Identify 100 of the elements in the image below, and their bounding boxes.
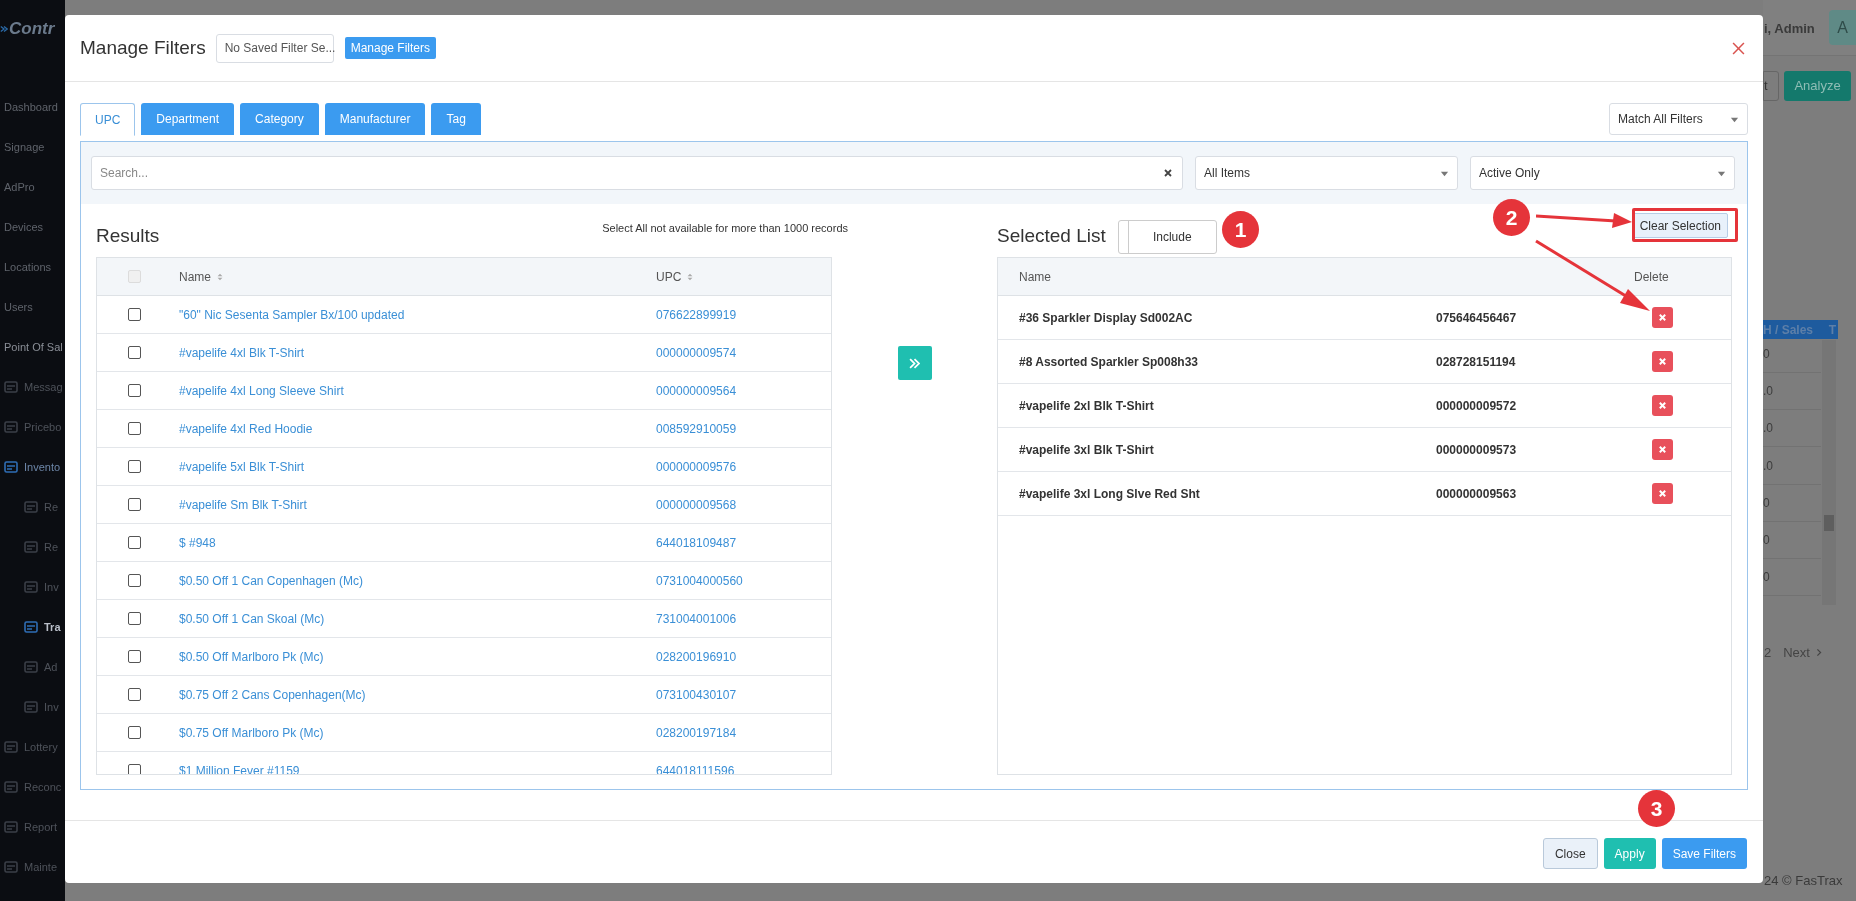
item-name: #vapelife 2xl Blk T-Shirt — [1019, 397, 1155, 415]
footer-button[interactable]: Save Filters — [1661, 838, 1747, 869]
upc-link[interactable]: 000000009576 — [656, 457, 737, 476]
upc-link[interactable]: 000000009568 — [656, 495, 737, 514]
footer-button[interactable]: Close — [1542, 838, 1598, 869]
sidebar-item[interactable]: Users — [4, 298, 33, 316]
sidebar-item[interactable]: Ad — [44, 658, 58, 676]
filter-tab[interactable]: Department — [141, 103, 235, 135]
checkbox[interactable] — [127, 346, 141, 359]
checkbox[interactable] — [127, 498, 141, 511]
clear-icon[interactable] — [1163, 168, 1173, 178]
list-icon — [4, 420, 18, 434]
sidebar-item[interactable]: Inv — [44, 698, 59, 716]
item-name-link[interactable]: #vapelife 4xl Blk T-Shirt — [179, 343, 656, 362]
delete-button[interactable] — [1652, 351, 1673, 372]
column-header: T — [1828, 321, 1836, 339]
delete-button[interactable] — [1652, 483, 1673, 504]
page-link[interactable]: 2 — [1764, 643, 1772, 663]
scrollbar[interactable] — [1822, 340, 1836, 605]
upc-link[interactable]: 076622899919 — [656, 305, 737, 324]
column-header: H / Sales — [1763, 321, 1814, 339]
item-name-link[interactable]: $0.50 Off 1 Can Copenhagen (Mc) — [179, 571, 656, 590]
item-name: #vapelife 3xl Blk T-Shirt — [1019, 441, 1155, 459]
item-name-link[interactable]: $0.75 Off Marlboro Pk (Mc) — [179, 723, 656, 742]
upc-link[interactable]: 644018111596 — [656, 761, 735, 774]
saved-filter-dropdown[interactable]: No Saved Filter Se... — [215, 33, 334, 63]
list-icon — [24, 700, 38, 714]
sidebar-item[interactable]: Mainte — [24, 858, 58, 876]
sidebar-item[interactable]: AdPro — [4, 178, 35, 196]
item-filter-dropdown[interactable]: All Items — [1195, 156, 1458, 190]
sidebar-item[interactable]: Lottery — [24, 738, 58, 756]
sidebar-item[interactable]: Re — [44, 498, 59, 516]
clear-selection-button[interactable]: Clear Selection — [1632, 213, 1728, 238]
upc-link[interactable]: 000000009564 — [656, 381, 737, 400]
sidebar-item[interactable]: Tra — [44, 618, 61, 636]
list-icon — [4, 380, 18, 394]
sidebar-item[interactable]: Reconc — [24, 778, 62, 796]
upc-link[interactable]: 028200197184 — [656, 723, 737, 742]
user-avatar[interactable]: A — [1829, 10, 1856, 45]
sidebar-item[interactable]: Devices — [4, 218, 44, 236]
upc-text: 075646456467 — [1436, 309, 1518, 327]
checkbox[interactable] — [127, 384, 141, 397]
upc-link[interactable]: 644018109487 — [656, 533, 737, 552]
item-name-link[interactable]: $0.50 Off 1 Can Skoal (Mc) — [179, 609, 656, 628]
status-filter-dropdown[interactable]: Active Only — [1470, 156, 1735, 190]
logo-text: Contr — [9, 18, 55, 40]
include-toggle[interactable]: Include — [1117, 219, 1217, 254]
item-name-link[interactable]: "60" Nic Sesenta Sampler Bx/100 updated — [179, 305, 656, 324]
list-icon — [24, 580, 38, 594]
upc-link[interactable]: 028200196910 — [656, 647, 737, 666]
item-name-link[interactable]: $0.50 Off Marlboro Pk (Mc) — [179, 647, 656, 666]
item-name-link[interactable]: $ #948 — [179, 533, 656, 552]
checkbox[interactable] — [127, 688, 141, 701]
match-dropdown[interactable]: Match All Filters — [1609, 103, 1748, 135]
checkbox[interactable] — [127, 536, 141, 549]
analyze-button[interactable]: Analyze — [1784, 71, 1851, 101]
sidebar-item[interactable]: Inv — [44, 578, 59, 596]
item-name-link[interactable]: #vapelife 5xl Blk T-Shirt — [179, 457, 656, 476]
next-link[interactable]: Next — [1783, 643, 1823, 663]
footer-button[interactable]: Apply — [1603, 838, 1656, 869]
item-name-link[interactable]: $0.75 Off 2 Cans Copenhagen(Mc) — [179, 685, 656, 704]
sidebar-item[interactable]: Invento — [24, 458, 61, 476]
list-icon — [4, 860, 18, 874]
sidebar-item[interactable]: Re — [44, 538, 59, 556]
item-name-link[interactable]: #vapelife 4xl Long Sleeve Shirt — [179, 381, 656, 400]
delete-button[interactable] — [1652, 307, 1673, 328]
upc-link[interactable]: 073100430107 — [656, 685, 737, 704]
checkbox[interactable] — [127, 460, 141, 473]
filter-tab[interactable]: Manufacturer — [324, 103, 426, 135]
delete-button[interactable] — [1652, 395, 1673, 416]
checkbox[interactable] — [127, 422, 141, 435]
upc-link[interactable]: 008592910059 — [656, 419, 737, 438]
sidebar-item[interactable]: Point Of Sal — [4, 338, 63, 356]
delete-button[interactable] — [1652, 439, 1673, 460]
upc-link[interactable]: 731004001006 — [656, 609, 737, 628]
checkbox[interactable] — [127, 612, 141, 625]
search-field[interactable]: Search... — [91, 156, 1183, 190]
sidebar-item[interactable]: Pricebo — [24, 418, 62, 436]
checkbox[interactable] — [127, 650, 141, 663]
column-header[interactable]: Name — [179, 267, 211, 286]
sidebar-item[interactable]: Locations — [4, 258, 52, 276]
sidebar-item[interactable]: Messag — [24, 378, 63, 396]
checkbox[interactable] — [127, 574, 141, 587]
filter-tab[interactable]: Tag — [431, 103, 481, 135]
item-name: #8 Assorted Sparkler Sp008h33 — [1019, 353, 1199, 371]
checkbox[interactable] — [127, 764, 141, 774]
item-name-link[interactable]: #vapelife 4xl Red Hoodie — [179, 419, 656, 438]
sidebar-item[interactable]: Report — [24, 818, 58, 836]
sidebar-item[interactable]: Dashboard — [4, 98, 58, 116]
filter-tab[interactable]: UPC — [80, 103, 136, 136]
checkbox[interactable] — [127, 726, 141, 739]
column-header[interactable]: UPC — [656, 267, 682, 286]
close-icon[interactable] — [1732, 41, 1745, 55]
manage-filters-button[interactable]: Manage Filters — [344, 37, 437, 59]
sidebar-item[interactable]: Signage — [4, 138, 45, 156]
upc-link[interactable]: 000000009574 — [656, 343, 737, 362]
upc-link[interactable]: 0731004000560 — [656, 571, 743, 590]
item-name-link[interactable]: #vapelife Sm Blk T-Shirt — [179, 495, 656, 514]
filter-tab[interactable]: Category — [240, 103, 319, 135]
checkbox[interactable] — [127, 308, 141, 321]
